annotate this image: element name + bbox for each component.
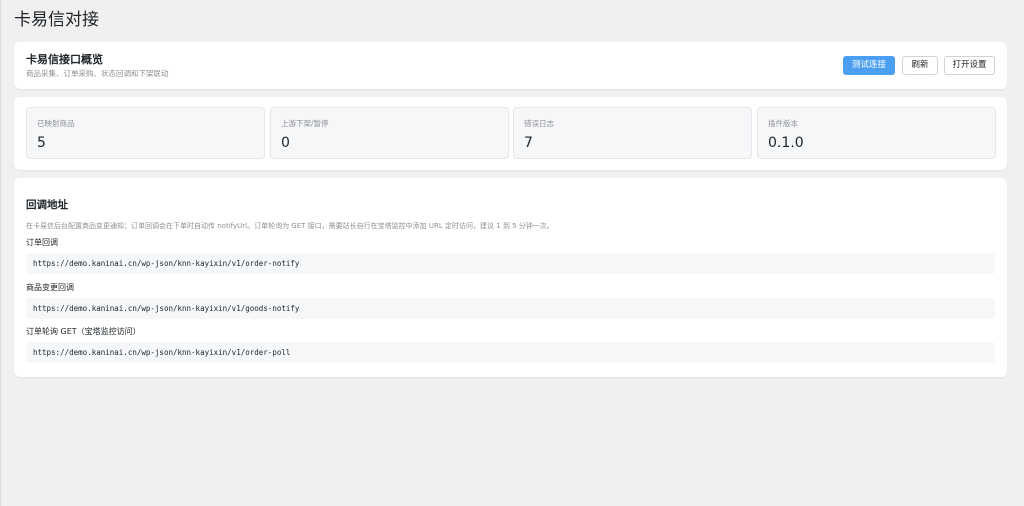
callback-label-order-poll: 订单轮询 GET（宝塔监控访问） [26,327,141,336]
stat-label: 插件版本 [768,119,798,128]
stat-value: 0.1.0 [768,135,804,151]
callback-url-goods-notify[interactable]: https://demo.kaninai.cn/wp-json/knn-kayi… [26,298,995,319]
stat-label: 已映射商品 [37,119,75,128]
overview-subtitle: 商品采集、订单采购、状态回调和下架联动 [26,69,169,78]
callback-description: 在卡易信后台配置商品变更通知；订单回调会在下单时自动传 notifyUrl。订单… [26,222,554,230]
callback-label-order-notify: 订单回调 [26,238,58,247]
stat-value: 7 [524,135,533,151]
overview-title: 卡易信接口概览 [26,53,103,66]
refresh-button[interactable]: 刷新 [902,56,938,75]
page: 卡易信对接 卡易信接口概览 商品采集、订单采购、状态回调和下架联动 测试连接 刷… [0,0,1024,506]
callback-title: 回调地址 [26,199,68,211]
open-settings-button[interactable]: 打开设置 [944,56,995,75]
stat-error-logs: 错误日志 7 [513,107,752,159]
callback-label-goods-notify: 商品变更回调 [26,283,74,292]
stats-card: 已映射商品 5 上游下架/暂停 0 错误日志 7 插件版本 0.1.0 [14,97,1007,170]
test-connection-button[interactable]: 测试连接 [843,56,895,75]
callback-url-order-poll[interactable]: https://demo.kaninai.cn/wp-json/knn-kayi… [26,342,995,363]
left-edge-divider [0,0,1,506]
page-title: 卡易信对接 [14,10,99,30]
stat-label: 错误日志 [524,119,554,128]
stat-label: 上游下架/暂停 [281,119,329,128]
callback-url-order-notify[interactable]: https://demo.kaninai.cn/wp-json/knn-kayi… [26,253,995,274]
stat-value: 5 [37,135,46,151]
stat-value: 0 [281,135,290,151]
callback-card: 回调地址 在卡易信后台配置商品变更通知；订单回调会在下单时自动传 notifyU… [14,178,1007,377]
stat-plugin-version: 插件版本 0.1.0 [757,107,996,159]
overview-card: 卡易信接口概览 商品采集、订单采购、状态回调和下架联动 测试连接 刷新 打开设置 [14,42,1007,89]
stat-mapped-goods: 已映射商品 5 [26,107,265,159]
stat-upstream-offline: 上游下架/暂停 0 [270,107,509,159]
